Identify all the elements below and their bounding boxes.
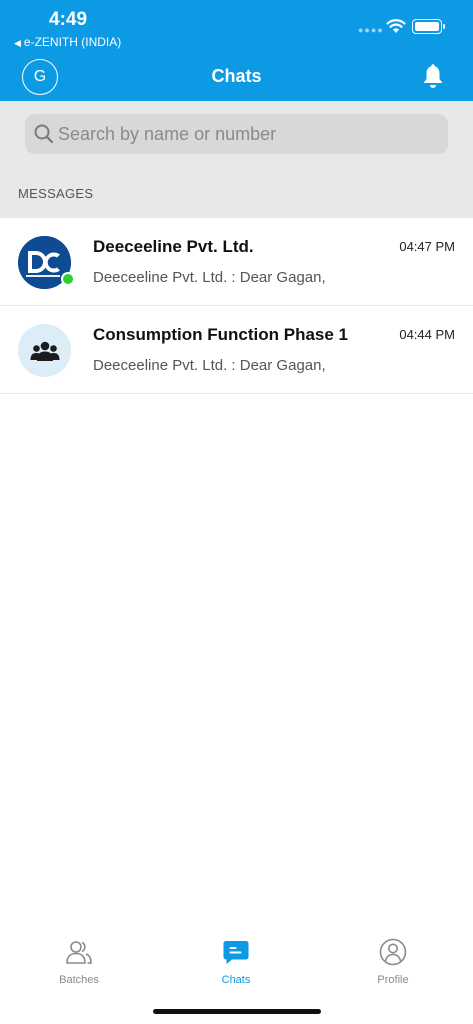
chats-icon <box>223 941 249 964</box>
chat-preview: Deeceeline Pvt. Ltd. : Dear Gagan, <box>93 357 326 374</box>
chat-name: Consumption Function Phase 1 <box>93 325 349 344</box>
chat-name: Deeceeline Pvt. Ltd. <box>93 237 254 256</box>
tab-chats[interactable]: Chats <box>186 938 286 986</box>
search-bar[interactable] <box>25 114 448 154</box>
chat-time: 04:47 PM <box>399 239 455 254</box>
chat-item-deeceeline[interactable]: Deeceeline Pvt. Ltd. 04:47 PM Deeceeline… <box>0 218 473 306</box>
back-triangle-icon: ◀ <box>14 38 21 48</box>
back-to-app-link[interactable]: ◀ e-ZENITH (INDIA) <box>14 35 121 49</box>
chat-preview: Deeceeline Pvt. Ltd. : Dear Gagan, <box>93 269 326 286</box>
batches-icon <box>66 941 92 964</box>
back-app-label: e-ZENITH (INDIA) <box>23 35 122 49</box>
tab-label: Batches <box>59 974 99 986</box>
wifi-icon <box>386 19 406 33</box>
chat-item-consumption-function[interactable]: Consumption Function Phase 1 04:44 PM De… <box>0 306 473 394</box>
profile-icon <box>379 938 407 966</box>
tab-profile[interactable]: Profile <box>343 938 443 986</box>
search-icon <box>34 124 54 144</box>
section-header-messages: MESSAGES <box>18 186 94 201</box>
search-input[interactable] <box>58 114 438 154</box>
chat-time: 04:44 PM <box>399 327 455 342</box>
home-indicator[interactable] <box>153 1009 321 1014</box>
page-title: Chats <box>211 66 262 86</box>
signal-icon: ●●●● <box>358 25 384 35</box>
tab-batches[interactable]: Batches <box>29 938 129 986</box>
tab-label: Chats <box>221 974 251 986</box>
search-section: MESSAGES <box>0 101 473 218</box>
chat-list: Deeceeline Pvt. Ltd. 04:47 PM Deeceeline… <box>0 218 473 394</box>
app-header: 4:49 ◀ e-ZENITH (INDIA) ●●●● G Chats <box>0 0 473 101</box>
tab-label: Profile <box>377 974 409 986</box>
group-avatar <box>18 324 71 377</box>
bell-icon[interactable] <box>421 64 445 90</box>
battery-icon <box>412 19 445 34</box>
status-time: 4:49 <box>49 9 88 30</box>
group-icon <box>30 341 59 361</box>
online-status-indicator <box>61 272 75 286</box>
